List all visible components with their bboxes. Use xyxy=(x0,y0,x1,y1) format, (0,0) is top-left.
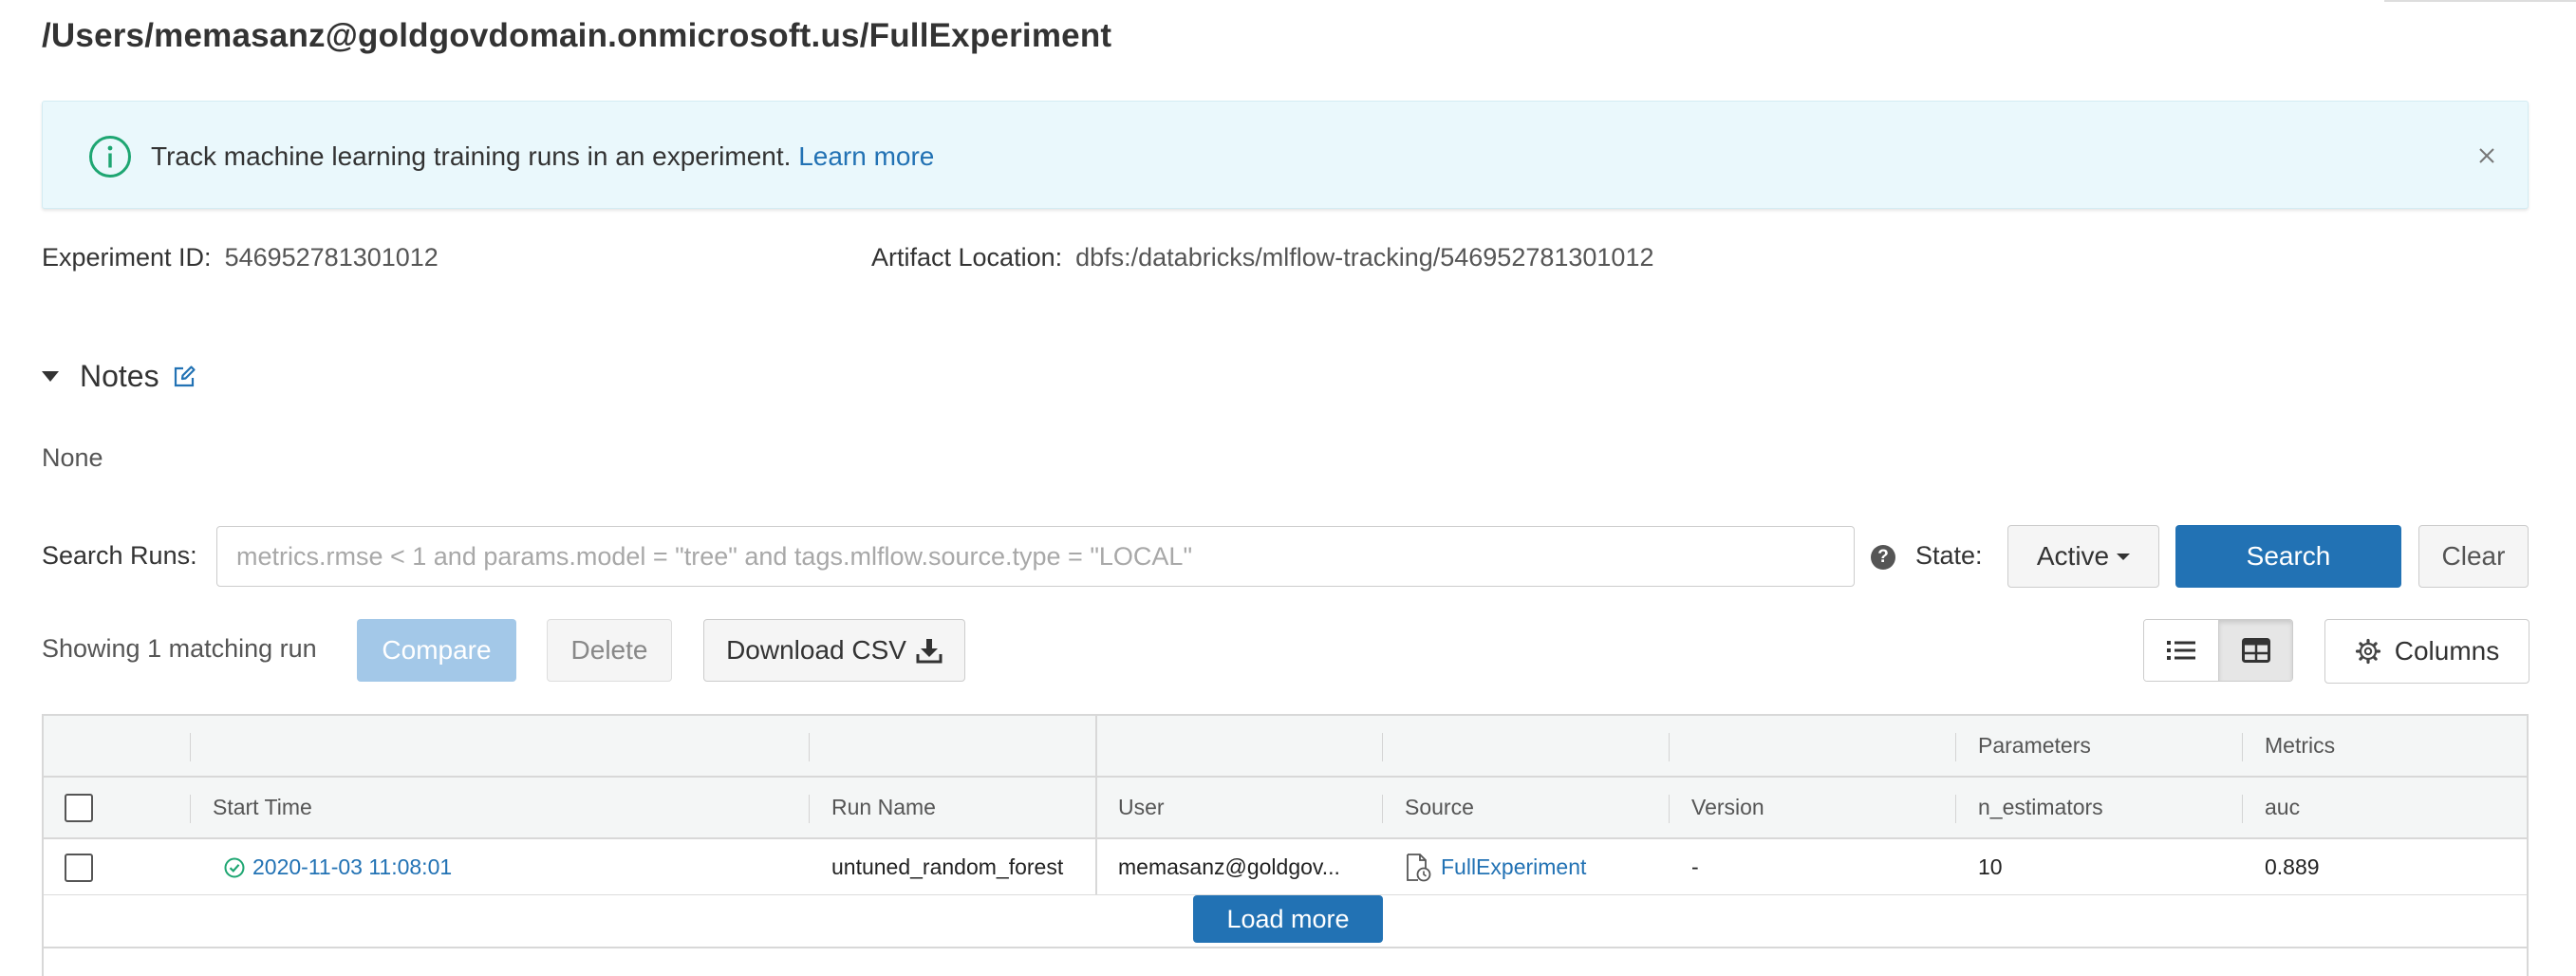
learn-more-link[interactable]: Learn more xyxy=(798,141,934,171)
help-icon[interactable]: ? xyxy=(1871,545,1895,570)
user-cell: memasanz@goldgov... xyxy=(1118,854,1340,879)
experiment-id: Experiment ID: 546952781301012 xyxy=(42,243,439,272)
column-header-label: auc xyxy=(2265,795,2301,819)
grid-view-button[interactable] xyxy=(2218,620,2292,681)
table-column-header-row: Start Time Run Name User Source Version … xyxy=(44,778,2527,839)
search-button[interactable]: Search xyxy=(2175,525,2401,588)
notes-body: None xyxy=(42,443,103,472)
run-name-cell: untuned_random_forest xyxy=(831,854,1064,879)
version-cell: - xyxy=(1691,854,1699,879)
select-all-cell xyxy=(44,778,190,837)
source-cell: FullExperiment xyxy=(1382,840,1669,894)
metrics-group-header: Metrics xyxy=(2242,716,2527,776)
header-divider xyxy=(190,733,191,761)
download-csv-button[interactable]: Download CSV xyxy=(703,619,965,682)
source-link[interactable]: FullExperiment xyxy=(1441,854,1586,880)
clear-button[interactable]: Clear xyxy=(2418,525,2529,588)
column-header-start-time[interactable]: Start Time xyxy=(190,778,809,837)
run-start-time-link[interactable]: 2020-11-03 11:08:01 xyxy=(252,854,452,880)
top-divider xyxy=(2384,0,2576,2)
info-icon xyxy=(89,136,131,178)
caret-down-icon[interactable] xyxy=(42,371,59,382)
row-checkbox[interactable] xyxy=(65,853,93,882)
column-header-label: User xyxy=(1118,795,1165,819)
list-view-icon xyxy=(2167,641,2195,660)
notebook-icon xyxy=(1407,853,1431,881)
header-divider xyxy=(1669,733,1670,761)
column-header-n-estimators[interactable]: n_estimators xyxy=(1955,778,2242,837)
columns-button[interactable]: Columns xyxy=(2324,619,2529,684)
experiment-id-label: Experiment ID: xyxy=(42,243,212,272)
delete-button[interactable]: Delete xyxy=(547,619,672,682)
start-time-cell: 2020-11-03 11:08:01 xyxy=(190,840,809,894)
column-header-run-name[interactable]: Run Name xyxy=(809,778,1095,837)
column-header-label: Run Name xyxy=(831,795,936,819)
search-runs-input[interactable] xyxy=(216,526,1855,587)
close-icon[interactable] xyxy=(2471,140,2503,172)
list-view-button[interactable] xyxy=(2144,620,2218,681)
column-header-label: Start Time xyxy=(213,795,312,819)
parameters-group-header: Parameters xyxy=(1955,716,2242,776)
column-header-user[interactable]: User xyxy=(1095,778,1382,837)
experiment-id-value: 546952781301012 xyxy=(224,243,439,272)
column-header-auc[interactable]: auc xyxy=(2242,778,2527,837)
gear-icon xyxy=(2355,638,2380,665)
parameters-group-label: Parameters xyxy=(1978,733,2091,758)
select-all-checkbox[interactable] xyxy=(65,793,93,822)
header-divider xyxy=(809,733,810,761)
notes-title: Notes xyxy=(80,359,159,393)
view-toggle xyxy=(2143,619,2293,682)
matching-runs-count: Showing 1 matching run xyxy=(42,634,317,663)
column-header-label: n_estimators xyxy=(1978,795,2103,819)
load-more-button[interactable]: Load more xyxy=(1193,895,1383,943)
download-csv-label: Download CSV xyxy=(726,635,906,665)
state-label: State: xyxy=(1915,541,1983,570)
state-dropdown[interactable]: Active xyxy=(2007,525,2159,588)
notes-toggle[interactable]: Notes xyxy=(42,359,197,394)
table-group-header-row: Parameters Metrics xyxy=(44,716,2527,778)
banner-text: Track machine learning training runs in … xyxy=(151,141,792,171)
metrics-group-label: Metrics xyxy=(2265,733,2336,758)
runs-table: Parameters Metrics Start Time Run Name U… xyxy=(42,714,2529,976)
row-select-cell xyxy=(44,840,190,894)
chevron-down-icon xyxy=(2117,553,2131,560)
column-header-version[interactable]: Version xyxy=(1669,778,1955,837)
banner-message: Track machine learning training runs in … xyxy=(151,141,934,172)
artifact-location: Artifact Location: dbfs:/databricks/mlflo… xyxy=(871,243,1653,272)
artifact-location-label: Artifact Location: xyxy=(871,243,1063,272)
edit-icon[interactable] xyxy=(171,364,197,390)
page-title: /Users/memasanz@goldgovdomain.onmicrosof… xyxy=(42,17,1112,54)
info-banner: Track machine learning training runs in … xyxy=(42,101,2529,209)
column-header-label: Source xyxy=(1405,795,1474,819)
state-dropdown-value: Active xyxy=(2036,541,2110,571)
success-check-icon xyxy=(224,857,245,877)
table-header: Parameters Metrics Start Time Run Name U… xyxy=(44,716,2527,839)
auc-cell: 0.889 xyxy=(2265,854,2320,879)
n-estimators-cell: 10 xyxy=(1978,854,2003,879)
download-icon xyxy=(916,639,943,664)
search-runs-label: Search Runs: xyxy=(42,541,197,570)
compare-button[interactable]: Compare xyxy=(357,619,516,682)
load-more-row: Load more xyxy=(44,895,2527,948)
header-divider xyxy=(1382,733,1383,761)
artifact-location-value: dbfs:/databricks/mlflow-tracking/5469527… xyxy=(1075,243,1654,272)
columns-label: Columns xyxy=(2394,636,2500,666)
column-header-source[interactable]: Source xyxy=(1382,778,1669,837)
table-row: 2020-11-03 11:08:01 untuned_random_fores… xyxy=(44,840,2527,895)
column-header-label: Version xyxy=(1691,795,1764,819)
grid-view-icon xyxy=(2241,638,2270,663)
